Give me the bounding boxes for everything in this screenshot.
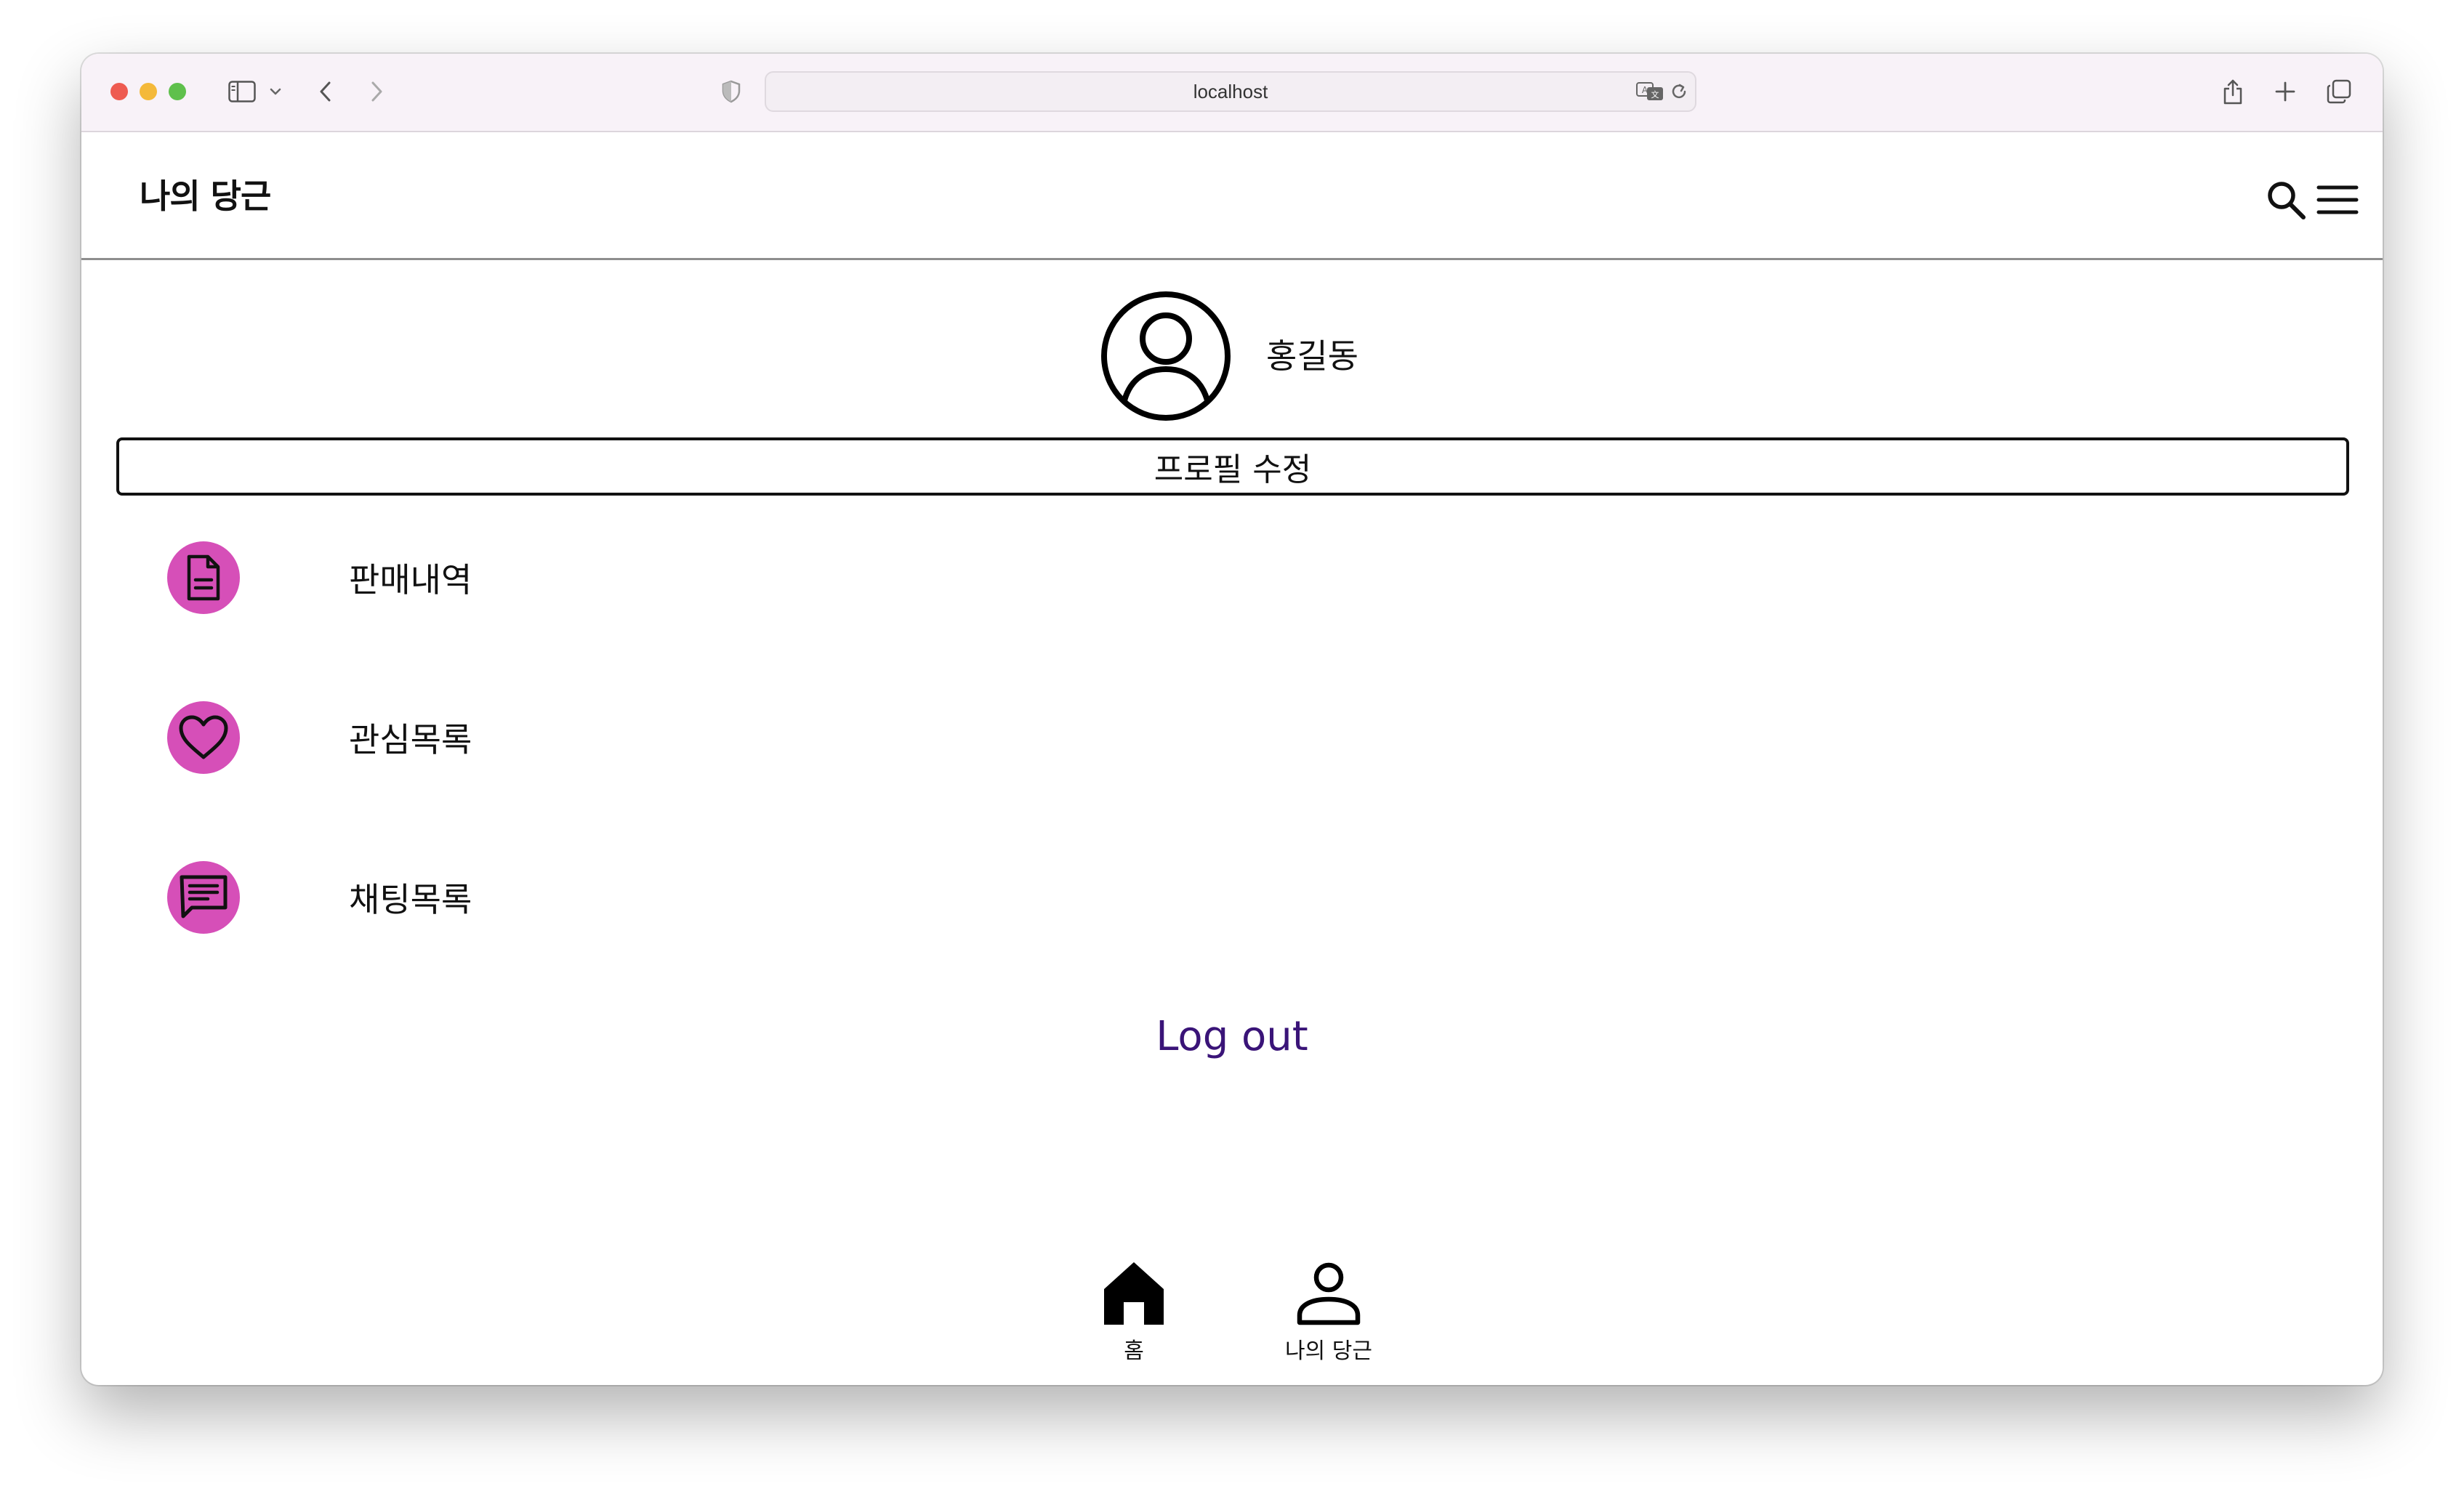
back-icon[interactable] xyxy=(311,73,340,110)
svg-text:文: 文 xyxy=(1651,89,1659,100)
menu-item-label: 채팅목록 xyxy=(349,880,472,919)
document-icon xyxy=(167,541,240,614)
page-title: 나의 당근 xyxy=(140,177,271,216)
menu-item-sales-history[interactable]: 판매내역 xyxy=(167,538,1039,618)
hamburger-menu-icon[interactable] xyxy=(2291,176,2364,224)
user-name: 홍길동 xyxy=(1266,336,1358,376)
privacy-shield-icon[interactable] xyxy=(717,73,746,110)
chevron-down-icon[interactable] xyxy=(266,73,285,110)
edit-profile-button[interactable]: 프로필 수정 xyxy=(116,437,2349,496)
logout-container: Log out xyxy=(81,1013,2383,1060)
url-text: localhost xyxy=(1193,80,1268,102)
bottom-nav-my-karrot[interactable]: 나의 당근 xyxy=(1256,1260,1401,1369)
forward-icon[interactable] xyxy=(362,73,391,110)
logout-button[interactable]: Log out xyxy=(1156,1013,1308,1060)
translate-icon[interactable]: A文 xyxy=(1635,73,1664,110)
screen: localhost A文 나의 당근 홍길동 프로필 수정 판매내역 관심목록 … xyxy=(0,0,2464,1494)
menu-item-watchlist[interactable]: 관심목록 xyxy=(167,698,1039,778)
bottom-nav-label: 홈 xyxy=(1124,1338,1144,1364)
share-icon[interactable] xyxy=(2218,73,2247,110)
zoom-window-button[interactable] xyxy=(169,83,186,100)
bottom-nav-label: 나의 당근 xyxy=(1285,1338,1372,1364)
new-tab-icon[interactable] xyxy=(2271,73,2300,110)
heart-icon xyxy=(167,701,240,774)
menu-item-label: 판매내역 xyxy=(349,560,472,599)
sidebar-toggle-icon[interactable] xyxy=(224,73,260,110)
minimize-window-button[interactable] xyxy=(140,83,157,100)
app-header: 나의 당근 xyxy=(81,132,2383,260)
browser-window: localhost A文 나의 당근 홍길동 프로필 수정 판매내역 관심목록 … xyxy=(81,54,2383,1385)
menu-item-chats[interactable]: 채팅목록 xyxy=(167,857,1039,937)
home-icon xyxy=(1104,1262,1164,1325)
close-window-button[interactable] xyxy=(110,83,128,100)
user-icon xyxy=(1297,1262,1361,1325)
menu-item-label: 관심목록 xyxy=(349,720,472,759)
tab-overview-icon[interactable] xyxy=(2324,73,2354,110)
user-circle-icon xyxy=(1100,291,1231,421)
reload-icon[interactable] xyxy=(1666,73,1692,110)
browser-toolbar: localhost A文 xyxy=(81,54,2383,132)
chat-icon xyxy=(167,861,240,934)
address-bar[interactable]: localhost A文 xyxy=(765,71,1696,112)
bottom-nav-home[interactable]: 홈 xyxy=(1061,1260,1207,1369)
